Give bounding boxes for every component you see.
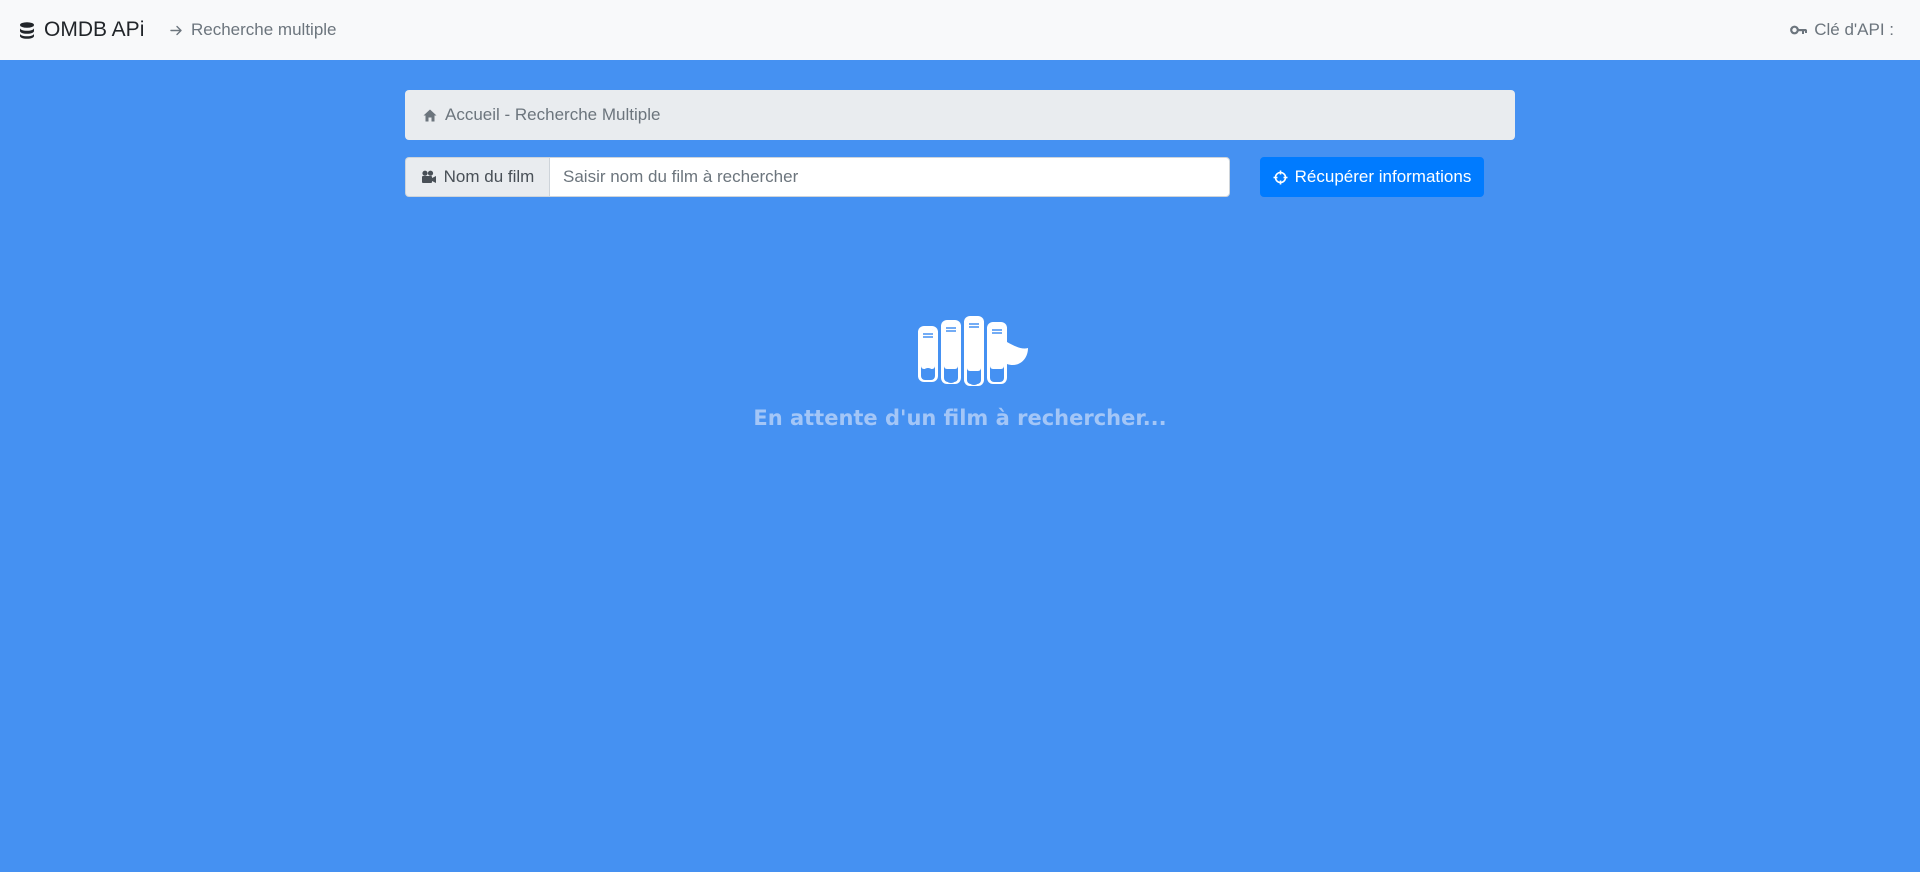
key-icon [1790, 25, 1808, 35]
fetch-info-button[interactable]: Récupérer informations [1260, 157, 1484, 197]
api-key-indicator: Clé d'API : [1790, 0, 1894, 60]
top-navbar: OMDB APi Recherche multiple Clé d'API : [0, 0, 1920, 60]
video-camera-icon [421, 170, 436, 183]
home-icon[interactable] [423, 109, 437, 122]
nav-link-recherche-multiple[interactable]: Recherche multiple [170, 0, 337, 60]
empty-state-message: En attente d'un film à rechercher... [753, 406, 1167, 430]
breadcrumb-label: Accueil - Recherche Multiple [445, 105, 661, 124]
film-name-input[interactable] [549, 157, 1230, 197]
brand-label: OMDB APi [44, 18, 145, 41]
fetch-info-label: Récupérer informations [1294, 167, 1472, 186]
film-name-label: Nom du film [443, 167, 535, 186]
film-rolls-icon [918, 316, 1028, 386]
empty-state: En attente d'un film à rechercher... [0, 312, 1920, 430]
film-name-prepend: Nom du film [405, 157, 549, 197]
brand-link[interactable]: OMDB APi [19, 0, 144, 60]
api-key-label: Clé d'API : [1814, 20, 1894, 39]
database-icon [20, 21, 34, 39]
breadcrumb: Accueil - Recherche Multiple [405, 90, 1515, 140]
nav-link-label: Recherche multiple [191, 20, 337, 39]
crosshairs-icon [1273, 170, 1288, 184]
arrow-right-icon [170, 25, 182, 35]
film-search-group: Nom du film [405, 157, 1230, 197]
